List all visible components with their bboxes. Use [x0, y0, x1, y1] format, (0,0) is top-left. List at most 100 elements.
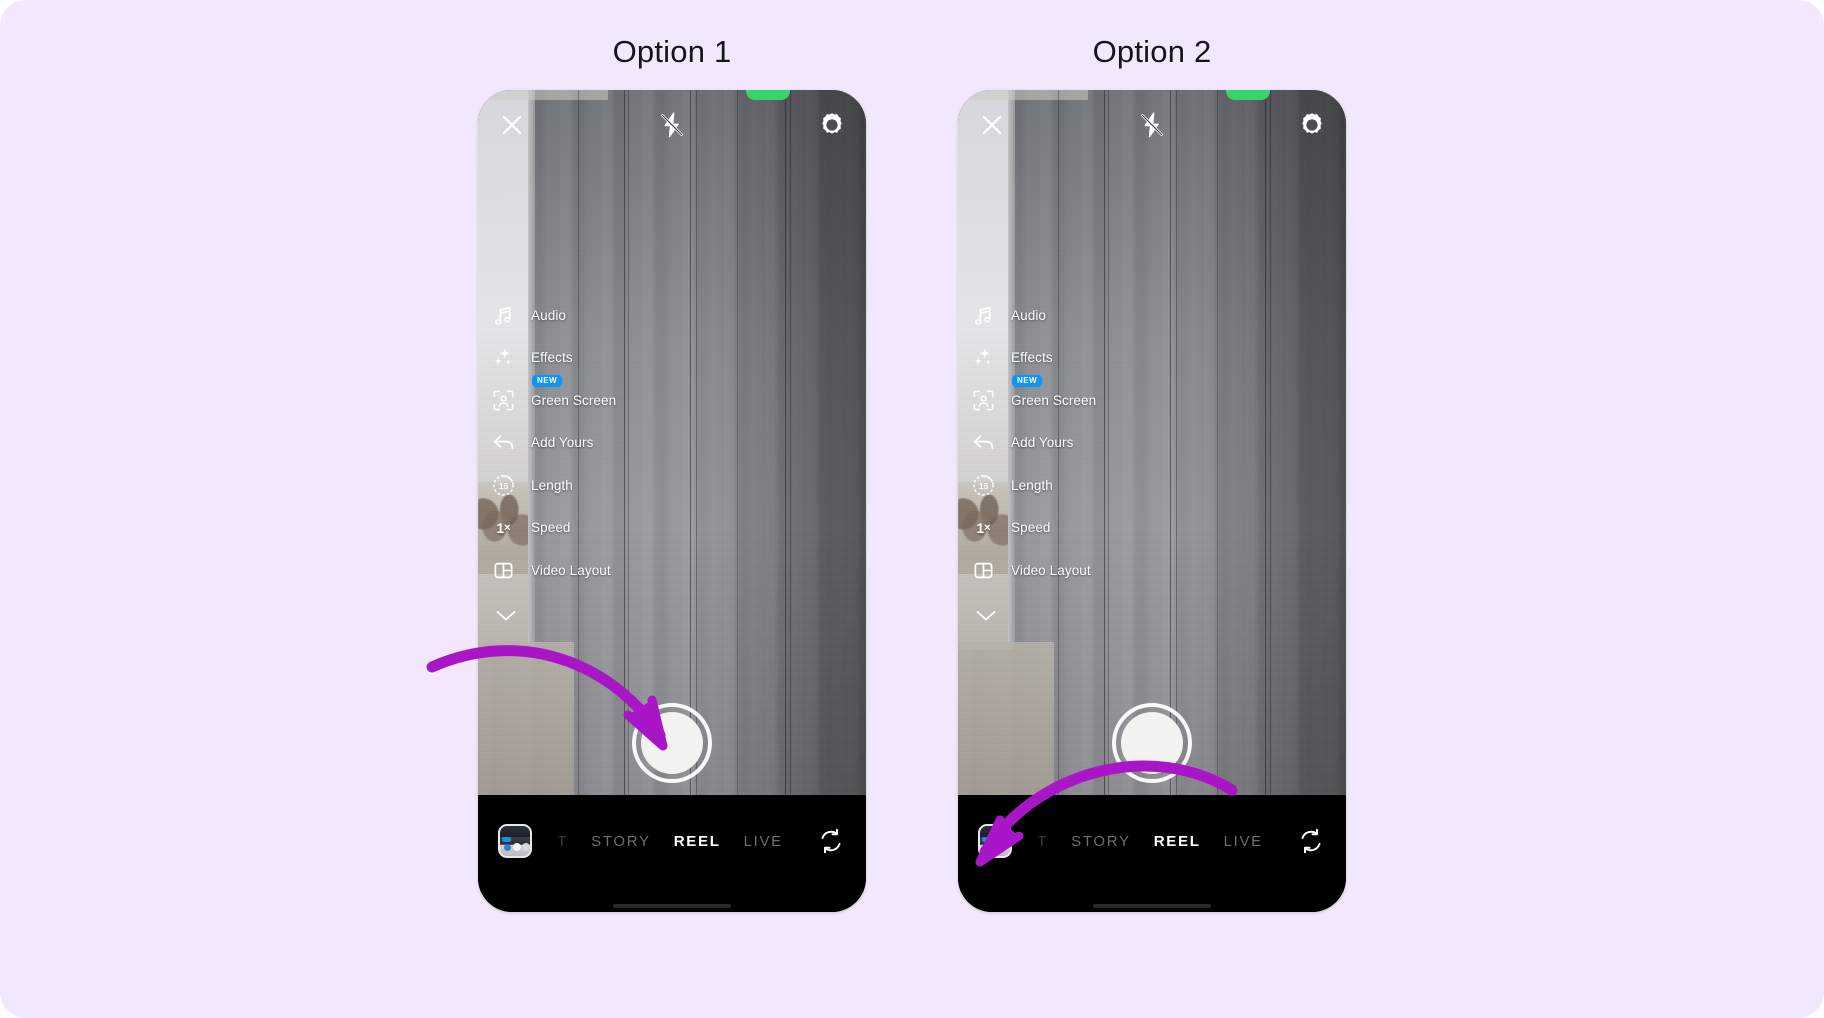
menu-item-effects[interactable]: Effects	[971, 337, 1201, 380]
menu-item-length[interactable]: 15 Length	[491, 464, 721, 507]
tab-live[interactable]: LIVE	[1224, 833, 1263, 850]
tab-live[interactable]: LIVE	[744, 833, 783, 850]
menu-item-green-screen[interactable]: NEW Green Screen	[491, 375, 721, 422]
speed-value: 1	[976, 519, 985, 536]
option-column-2: Option 2 Audio Effects NEW Green Screen …	[957, 34, 1347, 1018]
tab-post[interactable]: POST	[559, 833, 568, 850]
camera-side-menu: Audio Effects NEW Green Screen Add Yours…	[971, 294, 1201, 592]
camera-side-menu: Audio Effects NEW Green Screen Add Yours…	[491, 294, 721, 592]
menu-item-add-yours[interactable]: Add Yours	[971, 422, 1201, 465]
scene-curtain-fold	[1265, 90, 1266, 795]
scene-floor	[958, 642, 1054, 795]
menu-item-label: Add Yours	[1011, 435, 1074, 451]
option-column-1: Option 1 Audio Effects NEW Green Screen …	[477, 34, 867, 1018]
menu-item-green-screen[interactable]: NEW Green Screen	[971, 375, 1201, 422]
menu-item-video-layout[interactable]: Video Layout	[491, 549, 721, 592]
menu-item-video-layout[interactable]: Video Layout	[971, 549, 1201, 592]
scene-floor	[478, 642, 574, 795]
thumbnail-detail	[513, 843, 521, 851]
sparkles-icon	[971, 345, 996, 370]
thumbnail-detail	[504, 844, 511, 851]
scene-curtain-fold	[1217, 90, 1218, 795]
phone-mockup: Audio Effects NEW Green Screen Add Yours…	[478, 90, 866, 912]
thumbnail-detail	[982, 837, 991, 842]
tab-story[interactable]: STORY	[1071, 833, 1131, 850]
status-notch-indicator	[746, 90, 790, 100]
speed-value: 1	[496, 519, 505, 536]
shutter-inner	[641, 712, 703, 774]
menu-item-length[interactable]: 15 Length	[971, 464, 1201, 507]
music-note-icon	[491, 303, 516, 328]
menu-item-label: Speed	[1011, 520, 1051, 536]
thumbnail-detail	[502, 837, 511, 842]
menu-item-label: Add Yours	[531, 435, 594, 451]
menu-item-audio[interactable]: Audio	[971, 294, 1201, 337]
scene-curtain-fold	[785, 90, 786, 795]
camera-flip-icon[interactable]	[1296, 826, 1326, 856]
home-indicator	[1093, 904, 1211, 908]
menu-item-label: Green Screen	[531, 392, 617, 408]
speed-multiplier: ×	[504, 521, 511, 534]
reply-arrow-icon	[491, 430, 516, 455]
phone-mockup: Audio Effects NEW Green Screen Add Yours…	[958, 90, 1346, 912]
camera-flip-icon[interactable]	[816, 826, 846, 856]
thumbnail-detail	[522, 843, 530, 851]
camera-bottom-bar: POST STORY REEL LIVE	[478, 795, 866, 912]
shutter-inner	[1121, 712, 1183, 774]
camera-bottom-bar: POST STORY REEL LIVE	[958, 795, 1346, 912]
menu-item-label: Video Layout	[1011, 562, 1091, 578]
gear-icon[interactable]	[1297, 110, 1327, 140]
thumbnail-detail	[1002, 843, 1010, 851]
close-x-icon[interactable]	[497, 110, 527, 140]
capture-mode-strip: POST STORY REEL LIVE	[1006, 833, 1296, 850]
menu-item-label: Speed	[531, 520, 571, 536]
new-badge: NEW	[1012, 375, 1043, 387]
green-screen-icon	[491, 388, 516, 413]
menu-item-label: Effects	[1011, 350, 1053, 366]
tab-reel[interactable]: REEL	[674, 833, 721, 850]
new-badge: NEW	[532, 375, 563, 387]
gallery-thumbnail[interactable]	[978, 824, 1012, 858]
menu-item-speed[interactable]: 1 × Speed	[971, 507, 1201, 550]
music-note-icon	[971, 303, 996, 328]
thumbnail-detail	[984, 844, 991, 851]
chevron-down-icon[interactable]	[491, 604, 521, 626]
menu-item-audio[interactable]: Audio	[491, 294, 721, 337]
flash-off-icon[interactable]	[657, 110, 687, 140]
camera-top-bar	[478, 90, 866, 160]
menu-item-speed[interactable]: 1 × Speed	[491, 507, 721, 550]
close-x-icon[interactable]	[977, 110, 1007, 140]
sparkles-icon	[491, 345, 516, 370]
menu-item-add-yours[interactable]: Add Yours	[491, 422, 721, 465]
option-title: Option 1	[612, 34, 732, 69]
menu-item-label: Audio	[531, 307, 567, 323]
menu-item-label: Video Layout	[531, 562, 611, 578]
camera-top-bar	[958, 90, 1346, 160]
gear-icon[interactable]	[817, 110, 847, 140]
green-screen-icon	[971, 388, 996, 413]
shutter-button[interactable]	[1112, 703, 1192, 783]
scene-curtain-fold	[737, 90, 738, 795]
shutter-button[interactable]	[632, 703, 712, 783]
timer-icon: 15	[491, 473, 516, 498]
options-container: Option 1 Audio Effects NEW Green Screen …	[0, 0, 1824, 1018]
chevron-down-icon[interactable]	[971, 604, 1001, 626]
menu-item-label: Audio	[1011, 307, 1047, 323]
menu-item-effects[interactable]: Effects	[491, 337, 721, 380]
home-indicator	[613, 904, 731, 908]
flash-off-icon[interactable]	[1137, 110, 1167, 140]
menu-item-label: Length	[1011, 477, 1053, 493]
scene-curtain-fold	[1270, 90, 1271, 795]
screenshot-canvas: Option 1 Audio Effects NEW Green Screen …	[0, 0, 1824, 1018]
speed-multiplier: ×	[984, 521, 991, 534]
speed-icon: 1 ×	[491, 515, 516, 540]
capture-mode-strip: POST STORY REEL LIVE	[526, 833, 816, 850]
status-notch-indicator	[1226, 90, 1270, 100]
svg-text:15: 15	[979, 481, 989, 491]
menu-item-label: Length	[531, 477, 573, 493]
tab-reel[interactable]: REEL	[1154, 833, 1201, 850]
tab-story[interactable]: STORY	[591, 833, 651, 850]
tab-post[interactable]: POST	[1039, 833, 1048, 850]
gallery-thumbnail[interactable]	[498, 824, 532, 858]
grid-layout-icon	[971, 558, 996, 583]
